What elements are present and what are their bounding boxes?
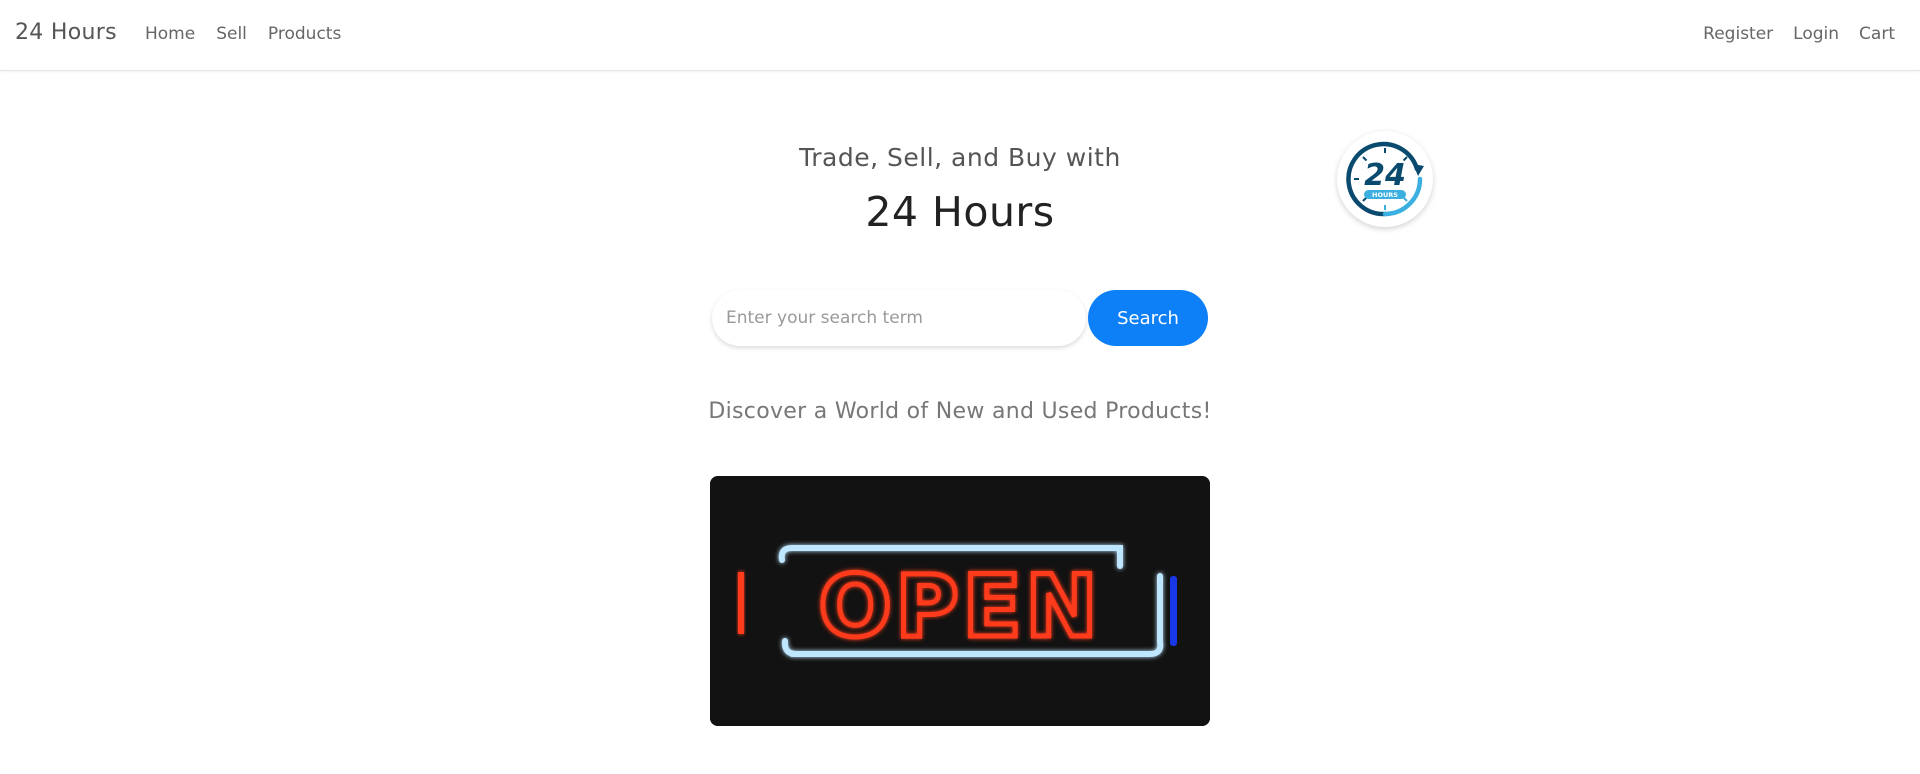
nav-left: Home Sell Products xyxy=(145,24,341,44)
nav-register-link[interactable]: Register xyxy=(1703,24,1773,44)
hero-subtitle: Trade, Sell, and Buy with xyxy=(799,143,1121,172)
nav-products-link[interactable]: Products xyxy=(268,24,341,44)
hero-title: 24 Hours xyxy=(865,188,1055,236)
sign-text: OPEN xyxy=(819,557,1102,657)
nav-home-link[interactable]: Home xyxy=(145,24,195,44)
search-button[interactable]: Search xyxy=(1088,290,1208,346)
tagline: Discover a World of New and Used Product… xyxy=(708,399,1212,424)
nav-right: Register Login Cart xyxy=(1703,24,1895,44)
open-sign-image: OPEN xyxy=(710,476,1210,726)
24-hours-logo: 24 HOURS xyxy=(1337,131,1433,227)
logo-text: 24 xyxy=(1364,158,1406,193)
search-form: Search xyxy=(712,290,1208,346)
nav-sell-link[interactable]: Sell xyxy=(216,24,247,44)
navbar: 24 Hours Home Sell Products Register Log… xyxy=(0,0,1920,71)
24-hours-clock-icon: 24 HOURS xyxy=(1346,141,1424,217)
nav-login-link[interactable]: Login xyxy=(1793,24,1839,44)
nav-cart-link[interactable]: Cart xyxy=(1859,24,1895,44)
brand-link[interactable]: 24 Hours xyxy=(15,20,117,45)
search-input[interactable] xyxy=(712,290,1086,346)
open-sign-graphic: OPEN xyxy=(710,476,1210,726)
logo-subtext: HOURS xyxy=(1372,191,1398,199)
